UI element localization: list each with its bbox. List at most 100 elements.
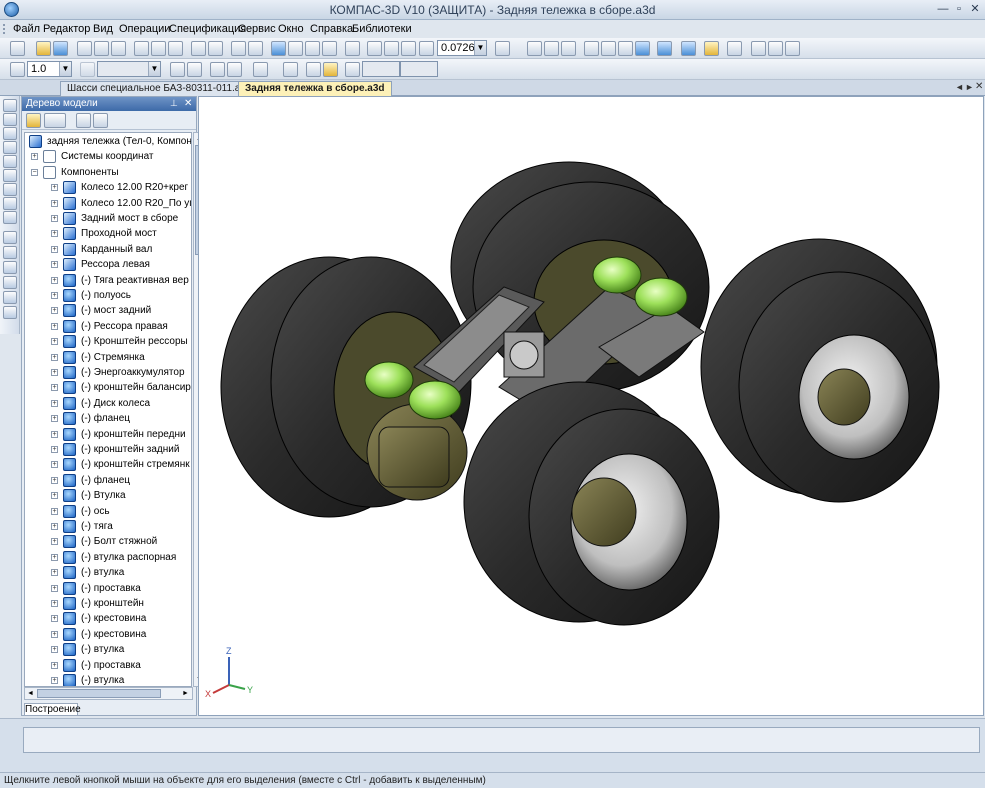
expand-icon[interactable]: + xyxy=(51,277,58,284)
expand-icon[interactable]: + xyxy=(51,477,58,484)
coord-x-field[interactable] xyxy=(362,61,400,77)
components-tool-icon[interactable] xyxy=(3,261,17,274)
window-icon[interactable] xyxy=(785,41,800,56)
paste-icon[interactable] xyxy=(168,41,183,56)
pipe-icon[interactable] xyxy=(3,291,17,304)
tree-item[interactable]: + (-) кронштейн стремянк xyxy=(25,457,191,472)
tree-item[interactable]: + (-) крестовина xyxy=(25,611,191,626)
tree-item[interactable]: + (-) проставка xyxy=(25,658,191,673)
arrays-icon[interactable] xyxy=(3,141,17,154)
expand-icon[interactable]: + xyxy=(51,323,58,330)
expand-icon[interactable]: + xyxy=(51,261,58,268)
tree-item[interactable]: + Задний мост в сборе xyxy=(25,211,191,226)
menu-help[interactable]: Справка xyxy=(310,23,353,35)
expand-icon[interactable]: + xyxy=(51,600,58,607)
expand-icon[interactable]: + xyxy=(51,508,58,515)
zoom-combo[interactable]: 0.0726 ▼ xyxy=(437,40,487,56)
tree-item[interactable]: + (-) тяга xyxy=(25,519,191,534)
pan-icon[interactable] xyxy=(527,41,542,56)
menu-specification[interactable]: Спецификация xyxy=(169,23,246,35)
tree-item[interactable]: + Системы координат xyxy=(25,149,191,164)
pin-icon[interactable]: ⊥ xyxy=(170,97,178,110)
wireframe-icon[interactable] xyxy=(584,41,599,56)
highlight-icon[interactable] xyxy=(704,41,719,56)
grid-icon[interactable] xyxy=(253,62,268,77)
cut-icon[interactable] xyxy=(134,41,149,56)
tabs-scroll-right-icon[interactable]: ► xyxy=(965,82,974,92)
sketch-icon[interactable] xyxy=(187,62,202,77)
print-settings-icon[interactable] xyxy=(111,41,126,56)
menu-window[interactable]: Окно xyxy=(278,23,304,35)
tree-item[interactable]: + (-) фланец xyxy=(25,473,191,488)
zoom-out-icon[interactable] xyxy=(401,41,416,56)
expand-icon[interactable]: + xyxy=(51,446,58,453)
diagnostics-icon[interactable] xyxy=(3,306,17,319)
coords-icon[interactable] xyxy=(345,62,360,77)
tab-chassis[interactable]: Шасси специальное БАЗ-80311-011.a3d xyxy=(60,81,259,96)
zoom-in-icon[interactable] xyxy=(384,41,399,56)
tree-item[interactable]: + (-) кронштейн передни xyxy=(25,427,191,442)
tree-item[interactable]: + (-) Втулка xyxy=(25,488,191,503)
thin-lines-icon[interactable] xyxy=(618,41,633,56)
variables-icon[interactable] xyxy=(305,41,320,56)
tree-item[interactable]: + (-) втулка xyxy=(25,565,191,580)
curves-icon[interactable] xyxy=(3,113,17,126)
tree-window-icon[interactable] xyxy=(93,113,108,128)
menu-edit[interactable]: Редактор xyxy=(43,23,90,35)
tree-item[interactable]: + (-) ось xyxy=(25,504,191,519)
menu-operations[interactable]: Операции xyxy=(119,23,170,35)
menu-libraries[interactable]: Библиотеки xyxy=(352,23,412,35)
auxiliary-geometry-icon[interactable] xyxy=(3,155,17,168)
tree-item[interactable]: + (-) Рессора правая xyxy=(25,319,191,334)
expand-icon[interactable]: + xyxy=(51,554,58,561)
tree-item[interactable]: + (-) кронштейн задний xyxy=(25,442,191,457)
tree-root[interactable]: задняя тележка (Тел-0, Компоне xyxy=(25,134,191,149)
expand-icon[interactable]: + xyxy=(31,153,38,160)
eraser-icon[interactable] xyxy=(227,62,242,77)
orientation-icon[interactable] xyxy=(495,41,510,56)
tree-item[interactable]: + Колесо 12.00 R20_По уг xyxy=(25,196,191,211)
new-file-icon[interactable] xyxy=(10,41,25,56)
tree-item[interactable]: + (-) мост задний xyxy=(25,303,191,318)
expand-icon[interactable]: + xyxy=(51,662,58,669)
tree-item[interactable]: + (-) Диск колеса xyxy=(25,396,191,411)
perspective-icon[interactable] xyxy=(681,41,696,56)
tree-item[interactable]: + Рессора левая xyxy=(25,257,191,272)
edit-assembly-icon[interactable] xyxy=(3,246,17,259)
copy-icon[interactable] xyxy=(151,41,166,56)
tab-rear-bogie[interactable]: Задняя тележка в сборе.a3d xyxy=(238,81,392,96)
expand-icon[interactable]: + xyxy=(51,184,58,191)
menu-file[interactable]: Файл xyxy=(13,23,40,35)
surfaces-icon[interactable] xyxy=(3,127,17,140)
expand-icon[interactable]: + xyxy=(51,615,58,622)
tree-horizontal-scrollbar[interactable]: ◄ ► xyxy=(24,687,193,700)
tree-split-icon[interactable] xyxy=(76,113,91,128)
tree-item[interactable]: − Компоненты xyxy=(25,165,191,180)
scroll-left-icon[interactable]: ◄ xyxy=(25,688,36,699)
expand-icon[interactable]: + xyxy=(51,523,58,530)
tree-item[interactable]: + (-) Болт стяжной xyxy=(25,534,191,549)
expand-icon[interactable]: + xyxy=(51,354,58,361)
step-combo[interactable]: 1.0 ▼ xyxy=(27,61,72,77)
tree-item[interactable]: + (-) крестовина xyxy=(25,627,191,642)
save-icon[interactable] xyxy=(53,41,68,56)
manager-icon[interactable] xyxy=(271,41,286,56)
close-button[interactable]: ✕ xyxy=(968,3,982,17)
tree-item[interactable]: + (-) кронштейн xyxy=(25,596,191,611)
expand-icon[interactable]: + xyxy=(51,246,58,253)
spec-objects-icon[interactable] xyxy=(3,211,17,224)
pen-icon[interactable] xyxy=(210,62,225,77)
hscroll-thumb[interactable] xyxy=(37,689,161,698)
tree-item[interactable]: + (-) втулка xyxy=(25,673,191,686)
ortho-icon[interactable] xyxy=(306,62,321,77)
open-file-icon[interactable] xyxy=(36,41,51,56)
menu-view[interactable]: Вид xyxy=(93,23,113,35)
tree-item[interactable]: + (-) Тяга реактивная вер xyxy=(25,273,191,288)
measure-icon[interactable] xyxy=(3,183,17,196)
expand-icon[interactable]: + xyxy=(51,538,58,545)
zoom-window-icon[interactable] xyxy=(367,41,382,56)
menu-service[interactable]: Сервис xyxy=(238,23,276,35)
tree-item[interactable]: + (-) кронштейн балансир xyxy=(25,380,191,395)
expand-icon[interactable]: + xyxy=(51,569,58,576)
hidden-lines-icon[interactable] xyxy=(601,41,616,56)
